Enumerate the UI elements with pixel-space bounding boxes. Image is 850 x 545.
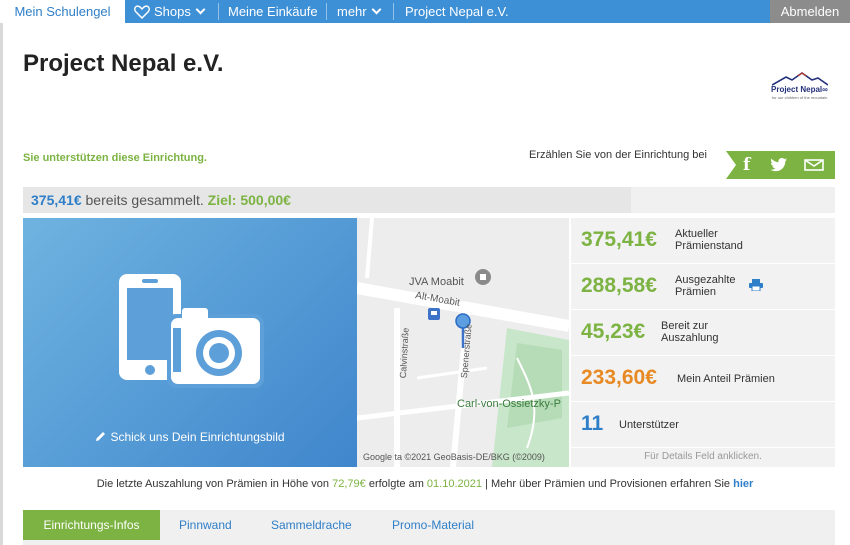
- collected-progress: 375,41€ bereits gesammelt. Ziel: 500,00€: [23, 187, 631, 213]
- nav-mein-schulengel[interactable]: Mein Schulengel: [0, 0, 125, 23]
- stat-value: 11: [581, 412, 604, 435]
- stat-current-bonus[interactable]: 375,41€ Aktueller Prämienstand: [571, 218, 835, 263]
- print-icon[interactable]: [749, 279, 763, 291]
- stat-label: Bereit zur Auszahlung: [661, 320, 719, 344]
- tab-einrichtungs-infos[interactable]: Einrichtungs-Infos: [23, 510, 160, 540]
- nav-divider: [393, 3, 394, 20]
- progress-remainder: [631, 187, 835, 213]
- details-hint: Für Details Feld anklicken.: [571, 448, 835, 467]
- tab-pinnwand[interactable]: Pinnwand: [179, 510, 232, 540]
- payout-info: Die letzte Auszahlung von Prämien in Höh…: [0, 478, 850, 490]
- stat-value: 375,41€: [581, 228, 657, 251]
- phone-camera-icon: [119, 274, 264, 388]
- logo-subtext: for our children of the mountain: [772, 95, 828, 100]
- stat-ready-payout[interactable]: 45,23€ Bereit zur Auszahlung: [571, 310, 835, 355]
- chevron-down-icon: [195, 4, 206, 15]
- tab-promo-material[interactable]: Promo-Material: [392, 510, 474, 540]
- photo-caption-text: Schick uns Dein Einrichtungsbild: [110, 430, 285, 444]
- goal-amount: Ziel: 500,00€: [207, 192, 291, 208]
- more-info-link[interactable]: hier: [733, 478, 753, 490]
- heart-icon: [134, 5, 150, 19]
- map-park-label: Carl-von-Ossietzky-P: [457, 398, 561, 410]
- page-title: Project Nepal e.V.: [23, 50, 224, 77]
- mountain-logo-icon: [772, 72, 828, 86]
- photo-caption[interactable]: Schick uns Dein Einrichtungsbild: [23, 430, 357, 444]
- content-tabs: Einrichtungs-Infos Pinnwand Sammeldrache…: [23, 510, 835, 545]
- stat-label: Mein Anteil Prämien: [677, 373, 775, 385]
- share-prompt: Erzählen Sie von der Einrichtung bei: [529, 149, 707, 161]
- stat-value: 45,23€: [581, 320, 646, 343]
- stat-value: 233,60€: [581, 366, 657, 389]
- collected-text: bereits gesammelt.: [85, 192, 204, 208]
- map-copyright: Google ta ©2021 GeoBasis-DE/BKG (©2009): [363, 452, 545, 462]
- top-navigation: Mein Schulengel Shops Meine Einkäufe meh…: [0, 0, 850, 23]
- location-map[interactable]: JVA Moabit Alt-Moabit Calvinstraße Spene…: [357, 218, 569, 467]
- org-logo: Project Nepal∞ for our children of the m…: [768, 72, 832, 102]
- stat-my-share[interactable]: 233,60€ Mein Anteil Prämien: [571, 356, 835, 401]
- payout-text: erfolgte am: [368, 478, 424, 490]
- tab-sammeldrache[interactable]: Sammeldrache: [271, 510, 352, 540]
- payout-text: | Mehr über Prämien und Provisionen erfa…: [485, 478, 731, 490]
- stat-paid-bonus[interactable]: 288,58€ Ausgezahlte Prämien: [571, 264, 835, 309]
- payout-date: 01.10.2021: [426, 478, 482, 490]
- nav-more-label: mehr: [337, 4, 367, 19]
- pencil-icon: [96, 432, 106, 441]
- payout-text: Die letzte Auszahlung von Prämien in Höh…: [96, 478, 330, 490]
- nav-more[interactable]: mehr: [337, 0, 382, 23]
- support-status: Sie unterstützen diese Einrichtung.: [23, 152, 207, 164]
- email-icon[interactable]: [804, 159, 824, 171]
- left-edge-bar: [0, 23, 3, 545]
- twitter-icon[interactable]: [770, 157, 788, 173]
- facebook-icon[interactable]: f: [743, 151, 750, 179]
- stat-label: Unterstützer: [619, 419, 679, 431]
- nav-divider: [218, 3, 219, 20]
- share-bar: f: [726, 151, 835, 179]
- logo-text: Project Nepal∞: [771, 85, 828, 94]
- nav-meine-einkaeufe[interactable]: Meine Einkäufe: [228, 0, 318, 23]
- share-notch: [726, 151, 736, 179]
- institution-photo-placeholder[interactable]: Schick uns Dein Einrichtungsbild: [23, 218, 357, 467]
- collected-amount: 375,41€: [31, 192, 82, 208]
- stat-label: Aktueller Prämienstand: [675, 228, 743, 252]
- stat-supporters[interactable]: 11 Unterstützer: [571, 402, 835, 447]
- payout-amount: 72,79€: [332, 478, 366, 490]
- nav-shops[interactable]: Shops: [134, 0, 206, 23]
- nav-org[interactable]: Project Nepal e.V.: [405, 0, 509, 23]
- stat-label: Ausgezahlte Prämien: [675, 274, 736, 298]
- nav-divider: [326, 3, 327, 20]
- logout-button[interactable]: Abmelden: [770, 0, 850, 23]
- map-poi-label: JVA Moabit: [409, 276, 464, 288]
- chevron-down-icon: [371, 4, 382, 15]
- nav-shops-label: Shops: [154, 4, 191, 19]
- stat-value: 288,58€: [581, 274, 657, 297]
